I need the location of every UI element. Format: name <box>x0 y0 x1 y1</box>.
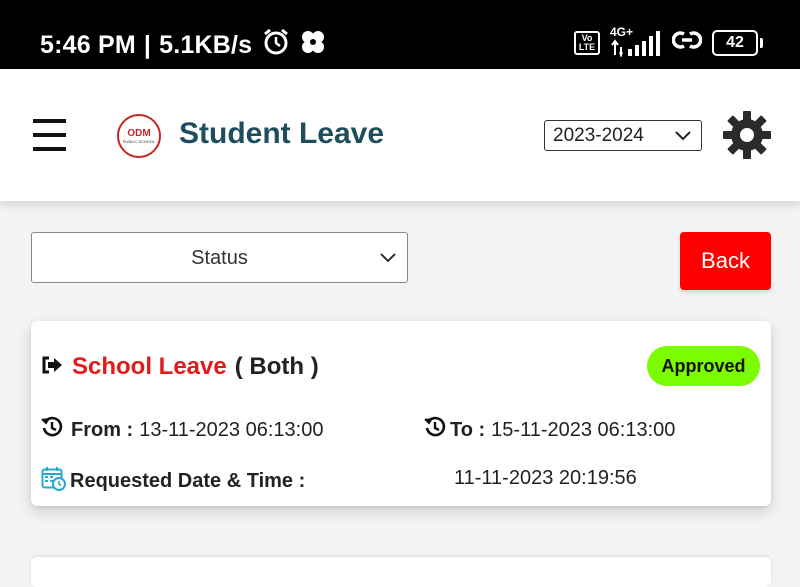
to-label: To : <box>450 418 486 441</box>
from-label: From : <box>71 418 134 441</box>
logo-subtext: PUBLIC SCHOOL <box>122 138 156 144</box>
volte-icon: Vo LTE <box>574 30 600 55</box>
back-button[interactable]: Back <box>680 232 771 290</box>
status-badge: Approved <box>647 346 760 386</box>
history-icon <box>424 416 446 444</box>
signal-icon: 4G+ <box>610 25 662 57</box>
sign-out-icon <box>41 355 63 380</box>
school-logo: ODM PUBLIC SCHOOL <box>117 114 161 158</box>
link-icon <box>671 28 703 57</box>
requested-row: Requested Date & Time : <box>41 466 305 497</box>
page-title: Student Leave <box>179 117 385 150</box>
leave-type: School Leave <box>72 353 227 380</box>
academic-year-value: 2023-2024 <box>553 124 644 146</box>
status-right: Vo LTE 4G+ 42 <box>574 25 763 57</box>
to-row: To : 15-11-2023 06:13:00 <box>424 416 675 444</box>
requested-label: Requested Date & Time : <box>70 470 306 492</box>
leave-card[interactable]: School Leave ( Both ) Approved From : 13… <box>31 321 771 506</box>
battery-icon: 42 <box>712 29 763 56</box>
status-filter-select[interactable]: Status <box>31 232 408 283</box>
chevron-down-icon <box>379 251 397 269</box>
menu-icon[interactable] <box>33 119 66 151</box>
chevron-down-icon <box>674 129 692 147</box>
leave-card-next[interactable] <box>31 557 771 587</box>
alarm-icon <box>262 28 290 63</box>
from-row: From : 13-11-2023 06:13:00 <box>41 416 323 444</box>
separator: | <box>143 31 152 59</box>
status-filter-value: Status <box>191 247 248 269</box>
system-status-bar: 5:46 PM | 5.1KB/s Vo LTE 4G+ 42 <box>0 0 800 69</box>
academic-year-select[interactable]: 2023-2024 <box>544 120 702 151</box>
to-value: 15-11-2023 06:13:00 <box>491 418 676 441</box>
pinwheel-icon <box>300 29 326 62</box>
requested-value: 11-11-2023 20:19:56 <box>454 467 637 489</box>
app-header: ODM PUBLIC SCHOOL Student Leave 2023-202… <box>0 69 800 201</box>
logo-text: ODM <box>127 127 151 139</box>
from-value: 13-11-2023 06:13:00 <box>139 418 324 441</box>
volte-bottom: LTE <box>578 41 596 52</box>
network-speed: 5.1KB/s <box>159 31 253 59</box>
calendar-clock-icon <box>41 466 66 497</box>
clock: 5:46 PM <box>40 31 136 59</box>
settings-gear-icon[interactable] <box>722 110 772 165</box>
history-icon <box>41 416 63 444</box>
status-left: 5:46 PM | 5.1KB/s <box>40 28 326 63</box>
battery-level: 42 <box>726 33 744 51</box>
leave-mode: ( Both ) <box>234 353 319 380</box>
leave-card-title: School Leave ( Both ) <box>41 353 319 381</box>
